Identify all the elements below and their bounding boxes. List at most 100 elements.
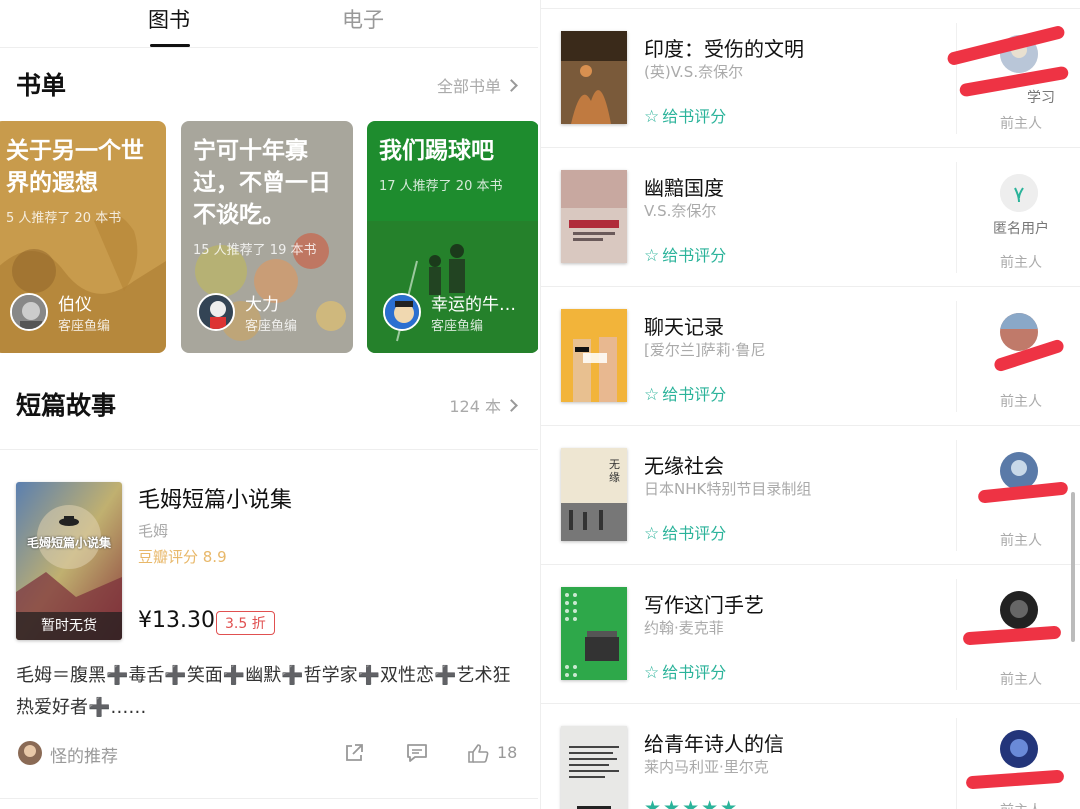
list-item[interactable]: 幽黯国度 V.S.奈保尔 ☆ 给书评分 匿名用户 前主人 [541, 147, 1080, 286]
tab-books[interactable]: 图书 [148, 4, 190, 34]
star-rating: ★★★★★ [644, 797, 740, 809]
card-role: 客座鱼编 [431, 319, 484, 334]
card-author: 大力 [245, 295, 279, 315]
book-title[interactable]: 聊天记录 [644, 311, 724, 340]
divider [956, 718, 957, 809]
anonymous-user-icon[interactable] [1000, 174, 1038, 212]
divider [956, 23, 957, 134]
discount-badge: 3.5 折 [216, 611, 275, 635]
chevron-right-icon [505, 399, 518, 412]
tab-bar: 图书 电子 [0, 0, 538, 48]
book-cover[interactable]: 无缘 [561, 448, 627, 541]
avatar [10, 293, 48, 331]
owner-role: 前主人 [1000, 116, 1042, 132]
rate-book-button[interactable]: ☆ 给书评分 [644, 381, 726, 405]
book-cover[interactable]: 毛姆短篇小说集 暂时无货 [16, 482, 122, 640]
book-rating: 豆瓣评分 8.9 [138, 548, 227, 566]
thumbs-up-icon[interactable] [467, 742, 491, 764]
book-title[interactable]: 给青年诗人的信 [644, 728, 784, 757]
star-outline-icon: ☆ [644, 663, 660, 683]
rate-label: 给书评分 [662, 107, 727, 126]
divider [0, 449, 538, 450]
book-title[interactable]: 幽黯国度 [644, 172, 724, 201]
list-item[interactable]: 印度：受伤的文明 (英)V.S.奈保尔 ☆ 给书评分 学习 前主人 [541, 8, 1080, 147]
stories-count-link[interactable]: 124 本 [449, 393, 518, 417]
all-booklists-label: 全部书单 [436, 77, 501, 96]
book-title[interactable]: 毛姆短篇小说集 [138, 482, 292, 514]
book-author: 莱内马利亚·里尔克 [644, 758, 769, 776]
comment-icon[interactable] [405, 742, 429, 764]
avatar[interactable] [1000, 730, 1038, 768]
booklist-card[interactable]: 我们踢球吧 17 人推荐了 20 本书 幸运的牛… 客座鱼编 [367, 121, 538, 353]
owner-role: 前主人 [1000, 394, 1042, 410]
divider [0, 798, 538, 799]
tab-indicator [150, 44, 190, 47]
booklist-card[interactable]: 关于另一个世界的遐想 5 人推荐了 20 本书 伯仪 客座鱼编 [0, 121, 166, 353]
book-cover[interactable] [561, 31, 627, 124]
star-outline-icon: ☆ [644, 385, 660, 405]
book-price: ¥13.30 [138, 608, 215, 633]
redaction-mark [962, 625, 1062, 646]
out-of-stock-badge: 暂时无货 [16, 612, 122, 640]
rate-book-button[interactable]: ☆ 给书评分 [644, 659, 726, 683]
divider [956, 162, 957, 273]
rate-book-button[interactable]: ☆ 给书评分 [644, 103, 726, 127]
tab-ebooks[interactable]: 电子 [342, 4, 384, 34]
card-author: 幸运的牛… [431, 295, 516, 315]
owner-role: 前主人 [1000, 672, 1042, 688]
book-cover[interactable] [561, 726, 627, 809]
rate-label: 给书评分 [662, 246, 727, 265]
list-item[interactable]: 写作这门手艺 约翰·麦克菲 ☆ 给书评分 前主人 [541, 564, 1080, 703]
card-role: 客座鱼编 [245, 319, 298, 334]
redaction-mark [965, 769, 1065, 790]
booklist-card[interactable]: 宁可十年寡过，不曾一日不谈吃。 15 人推荐了 19 本书 大力 客座鱼编 [181, 121, 353, 353]
share-icon[interactable] [343, 742, 365, 764]
owner-role: 前主人 [1000, 533, 1042, 549]
book-title[interactable]: 无缘社会 [644, 450, 724, 479]
card-title: 宁可十年寡过，不曾一日不谈吃。 [193, 138, 331, 228]
card-title: 关于另一个世界的遐想 [6, 138, 144, 196]
svg-text:缘: 缘 [609, 471, 620, 484]
list-item[interactable]: 聊天记录 [爱尔兰]萨莉·鲁尼 ☆ 给书评分 前主人 [541, 286, 1080, 425]
all-booklists-link[interactable]: 全部书单 [436, 73, 518, 97]
card-role: 客座鱼编 [58, 319, 111, 334]
book-author: 毛姆 [138, 522, 169, 540]
owner-role: 前主人 [961, 800, 1080, 809]
list-item[interactable]: 给青年诗人的信 莱内马利亚·里尔克 ★★★★★ 前主人 [541, 703, 1080, 809]
avatar[interactable] [1000, 313, 1038, 351]
book-title[interactable]: 写作这门手艺 [644, 589, 764, 618]
stories-count: 124 本 [449, 397, 501, 416]
avatar[interactable] [1000, 591, 1038, 629]
divider [956, 301, 957, 412]
book-title[interactable]: 印度：受伤的文明 [644, 33, 804, 62]
card-title: 我们踢球吧 [379, 138, 494, 164]
rate-book-button[interactable]: ☆ 给书评分 [644, 520, 726, 544]
right-panel: 印度：受伤的文明 (英)V.S.奈保尔 ☆ 给书评分 学习 前主人 幽黯国度 V.… [540, 0, 1080, 809]
star-outline-icon: ☆ [644, 246, 660, 266]
book-cover[interactable] [561, 170, 627, 263]
scrollbar[interactable] [1071, 492, 1075, 642]
card-subtitle: 15 人推荐了 19 本书 [193, 243, 317, 258]
stories-section-title: 短篇故事 [16, 391, 117, 420]
booklist-section-title: 书单 [16, 71, 67, 100]
card-subtitle: 17 人推荐了 20 本书 [379, 179, 503, 194]
star-outline-icon: ☆ [644, 107, 660, 127]
star-outline-icon: ☆ [644, 524, 660, 544]
book-author: 约翰·麦克菲 [644, 619, 724, 637]
owner-name[interactable]: 匿名用户 [961, 218, 1080, 238]
rate-label: 给书评分 [662, 663, 727, 682]
rate-book-button[interactable]: ☆ 给书评分 [644, 242, 726, 266]
avatar[interactable] [18, 741, 42, 765]
book-cover[interactable] [561, 587, 627, 680]
rate-label: 给书评分 [662, 385, 727, 404]
cover-title: 毛姆短篇小说集 [26, 536, 111, 550]
book-author: (英)V.S.奈保尔 [644, 63, 744, 81]
list-item[interactable]: 无缘 无缘社会 日本NHK特别节目录制组 ☆ 给书评分 前主人 [541, 425, 1080, 564]
card-author: 伯仪 [58, 295, 92, 315]
divider [956, 440, 957, 551]
rate-label: 给书评分 [662, 524, 727, 543]
recommender-label[interactable]: 怪的推荐 [50, 742, 118, 767]
book-cover[interactable] [561, 309, 627, 402]
book-author: V.S.奈保尔 [644, 202, 717, 220]
like-count: 18 [497, 743, 518, 762]
